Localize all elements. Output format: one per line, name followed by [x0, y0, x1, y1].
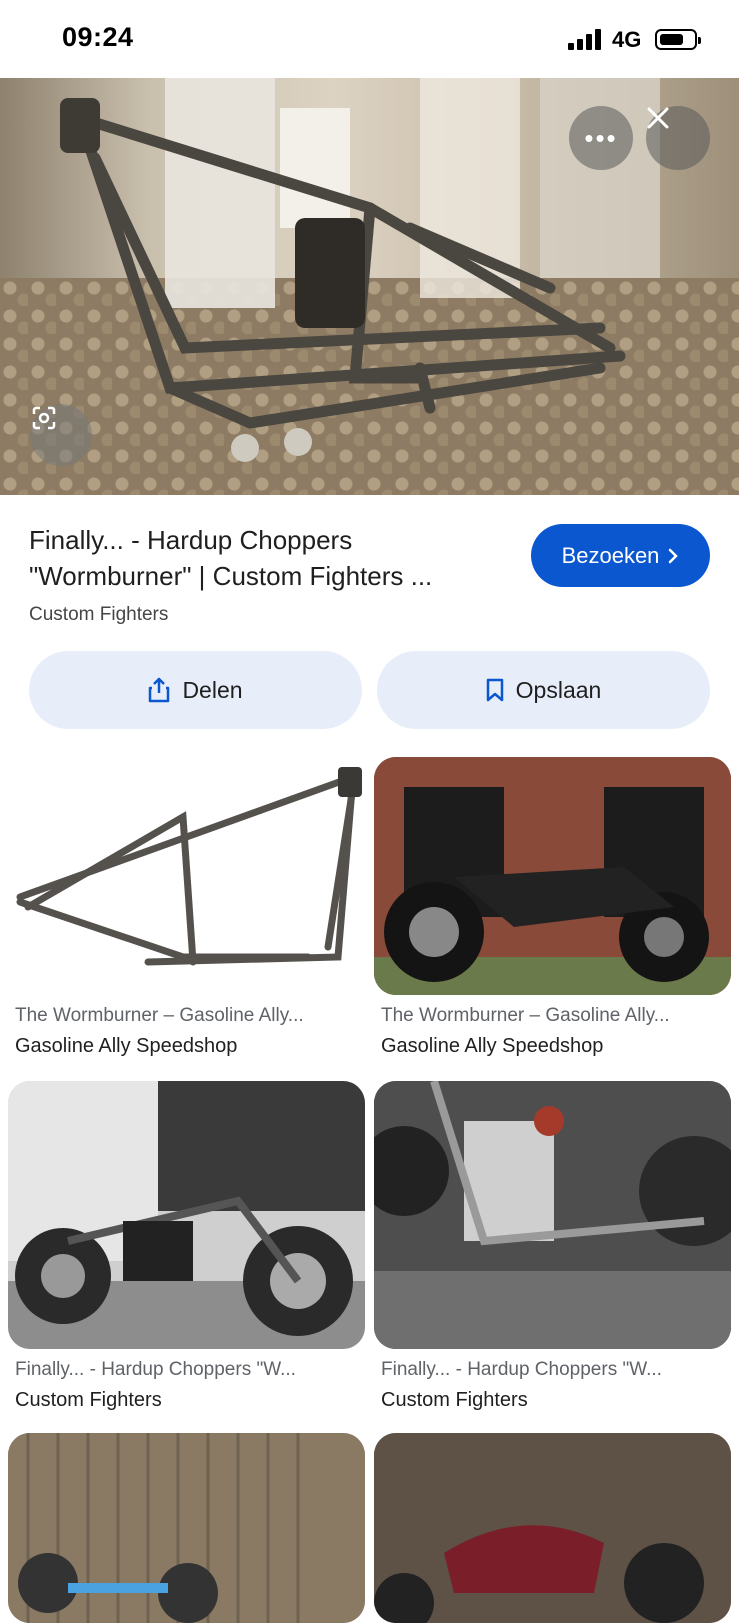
grid-caption-1: The Wormburner – Gasoline Ally...	[15, 1005, 304, 1026]
signal-icon	[568, 28, 604, 50]
more-options-button[interactable]: •••	[569, 106, 633, 170]
save-label: Opslaan	[515, 676, 602, 703]
visit-label: Bezoeken	[561, 542, 660, 568]
share-icon	[149, 677, 170, 703]
grid-image-5[interactable]	[8, 1433, 365, 1623]
lens-icon	[32, 406, 56, 430]
grid-image-1[interactable]	[8, 757, 365, 995]
visit-button[interactable]: Bezoeken	[531, 524, 710, 587]
grid-site-1: Gasoline Ally Speedshop	[15, 1035, 238, 1057]
battery-icon	[655, 29, 701, 50]
close-button[interactable]	[646, 106, 710, 170]
more-icon: •••	[584, 123, 618, 153]
grid-caption-2: The Wormburner – Gasoline Ally...	[381, 1005, 670, 1026]
save-button[interactable]: Opslaan	[377, 651, 710, 729]
grid-site-4: Custom Fighters	[381, 1389, 528, 1411]
grid-image-2[interactable]	[374, 757, 731, 995]
share-label: Delen	[182, 676, 243, 703]
grid-image-6[interactable]	[374, 1433, 731, 1623]
result-title[interactable]: Finally... - Hardup Choppers "Wormburner…	[29, 522, 499, 594]
close-icon	[647, 107, 669, 129]
clock: 09:24	[62, 22, 134, 52]
result-source: Custom Fighters	[29, 604, 169, 625]
status-bar: 09:24 4G	[0, 0, 739, 78]
hero-image[interactable]: •••	[0, 78, 739, 495]
network-type: 4G	[612, 27, 642, 52]
lens-button[interactable]	[30, 404, 92, 466]
grid-image-4[interactable]	[374, 1081, 731, 1349]
grid-site-2: Gasoline Ally Speedshop	[381, 1035, 604, 1057]
grid-image-3[interactable]	[8, 1081, 365, 1349]
share-button[interactable]: Delen	[29, 651, 362, 729]
bookmark-icon	[486, 678, 503, 702]
grid-site-3: Custom Fighters	[15, 1389, 162, 1411]
grid-caption-4: Finally... - Hardup Choppers "W...	[381, 1359, 662, 1380]
chevron-right-icon	[669, 548, 679, 563]
grid-caption-3: Finally... - Hardup Choppers "W...	[15, 1359, 296, 1380]
